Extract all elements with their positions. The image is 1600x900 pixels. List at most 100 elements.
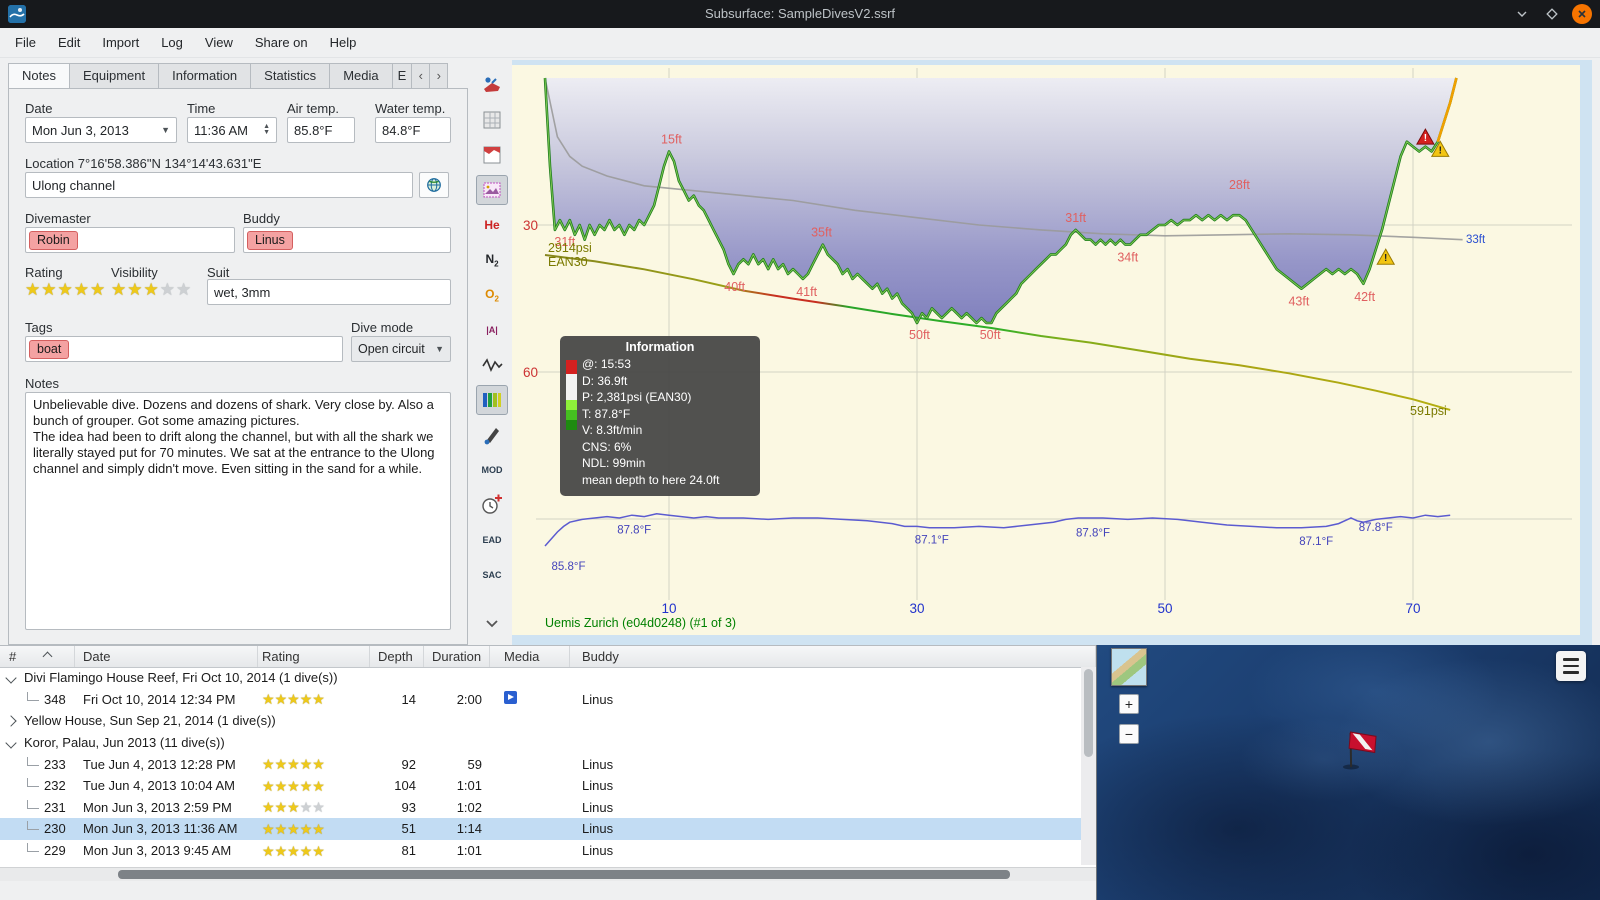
tab-scroll-left-button[interactable]: ‹	[411, 63, 430, 89]
maximize-button[interactable]	[1542, 4, 1562, 24]
buddy-field[interactable]: Linus	[243, 227, 451, 253]
dive-list-horizontal-scrollbar[interactable]	[0, 867, 1096, 882]
collapse-trip-icon[interactable]	[5, 672, 17, 684]
column-header-depth[interactable]: Depth	[370, 646, 424, 667]
pp-nitrogen-icon[interactable]: N2	[476, 245, 508, 275]
buddy-tag[interactable]: Linus	[247, 230, 293, 250]
trip-label: Yellow House, Sun Sep 21, 2014 (1 dive(s…	[24, 713, 276, 729]
dive-depth: 14	[401, 691, 416, 707]
show-photos-icon[interactable]	[476, 175, 508, 205]
collapse-profile-toolbar-icon[interactable]	[476, 609, 508, 639]
dive-rating: ★ ★ ★ ★ ★	[258, 757, 370, 771]
collapse-trip-icon[interactable]	[5, 736, 17, 749]
mod-icon[interactable]: MOD	[476, 455, 508, 485]
star-filled-icon: ★	[299, 692, 313, 707]
menu-log[interactable]: Log	[150, 28, 194, 57]
dive-mode-combobox[interactable]: Open circuit ▼	[351, 336, 451, 362]
trip-row[interactable]: Koror, Palau, Jun 2013 (11 dive(s))	[0, 732, 1081, 754]
visibility-stars[interactable]: ★ ★ ★ ★ ★	[111, 281, 191, 298]
menu-file[interactable]: File	[4, 28, 47, 57]
sac-icon[interactable]: SAC	[476, 560, 508, 590]
trip-row[interactable]: Yellow House, Sun Sep 21, 2014 (1 dive(s…	[0, 710, 1081, 732]
column-header-duration[interactable]: Duration	[424, 646, 490, 667]
column-header-num[interactable]: #	[0, 646, 75, 667]
location-globe-button[interactable]	[419, 172, 449, 198]
column-header-buddy[interactable]: Buddy	[570, 646, 1096, 667]
spinner-arrows-icon[interactable]: ▲ ▼	[263, 123, 270, 136]
vertical-scrollbar-handle[interactable]	[1084, 669, 1093, 757]
ead-icon[interactable]: EAD	[476, 525, 508, 555]
map-zoom-out-button[interactable]: −	[1119, 724, 1139, 744]
ndl-tts-icon[interactable]	[476, 490, 508, 520]
media-icon[interactable]	[504, 691, 517, 705]
dive-row-348[interactable]: 348 Fri Oct 10, 2014 12:34 PM ★ ★ ★ ★ ★ 14 2:00 L…	[0, 689, 1081, 711]
tab-scroll-right-button[interactable]: ›	[429, 63, 449, 89]
svg-text:!: !	[1439, 145, 1442, 156]
dc-reported-ceiling-icon[interactable]	[476, 140, 508, 170]
dive-number: 348	[44, 691, 66, 707]
dive-site-map[interactable]: + −	[1096, 645, 1600, 900]
dive-computer-icon[interactable]	[476, 70, 508, 100]
column-header-rating[interactable]: Rating	[258, 646, 370, 667]
time-label: Time	[187, 101, 216, 116]
notes-textarea[interactable]: Unbelievable dive. Dozens and dozens of …	[25, 392, 451, 630]
map-menu-button[interactable]	[1556, 651, 1586, 681]
tab-media[interactable]: Media	[329, 63, 392, 89]
star-filled-icon: ★	[262, 843, 275, 858]
svg-text:87.8°F: 87.8°F	[1076, 527, 1110, 539]
dive-buddy: Linus	[582, 778, 614, 794]
pp-oxygen-icon[interactable]: O2	[476, 280, 508, 310]
tree-connector	[27, 691, 39, 701]
heartrate-icon[interactable]	[476, 350, 508, 380]
column-header-date[interactable]: Date	[75, 646, 258, 667]
tab-bar: Notes Equipment Information Statistics Media…	[8, 63, 468, 89]
location-label: Location 7°16'58.386"N 134°14'43.631"E	[25, 156, 262, 171]
dive-row-231[interactable]: 231 Mon Jun 3, 2013 2:59 PM ★ ★ ★ ★ ★ 93 1:02 Lin…	[0, 797, 1081, 819]
dive-buddy: Linus	[582, 691, 614, 707]
expand-trip-icon[interactable]	[5, 715, 17, 727]
menu-help[interactable]: Help	[319, 28, 368, 57]
rating-stars[interactable]: ★ ★ ★ ★ ★	[25, 281, 105, 298]
water-temp-field[interactable]: 84.8°F	[375, 117, 451, 143]
tab-equipment[interactable]: Equipment	[68, 63, 159, 89]
divemaster-field[interactable]: Robin	[25, 227, 235, 253]
menu-share-on[interactable]: Share on	[244, 28, 319, 57]
trip-row[interactable]: Divi Flamingo House Reef, Fri Oct 10, 20…	[0, 667, 1081, 689]
tags-field[interactable]: boat	[25, 336, 343, 362]
ruler-icon[interactable]: |A|	[476, 315, 508, 345]
minimize-button[interactable]	[1512, 4, 1532, 24]
tab-statistics[interactable]: Statistics	[250, 63, 330, 89]
air-temp-field[interactable]: 85.8°F	[287, 117, 355, 143]
dive-flag-marker[interactable]	[1335, 723, 1383, 771]
date-combobox[interactable]: Mon Jun 3, 2013 ▼	[25, 117, 177, 143]
time-spinner[interactable]: 11:36 AM ▲ ▼	[187, 117, 277, 143]
menu-edit[interactable]: Edit	[47, 28, 91, 57]
tab-e[interactable]: E	[391, 63, 412, 89]
map-zoom-in-button[interactable]: +	[1119, 694, 1139, 714]
location-input[interactable]: Ulong channel	[25, 172, 413, 198]
tab-information[interactable]: Information	[158, 63, 251, 89]
dive-row-230[interactable]: 230 Mon Jun 3, 2013 11:36 AM ★ ★ ★ ★ ★ 51 1:14 Li…	[0, 818, 1081, 840]
dive-row-229[interactable]: 229 Mon Jun 3, 2013 9:45 AM ★ ★ ★ ★ ★ 81 1:01 Lin…	[0, 840, 1081, 862]
menu-import[interactable]: Import	[91, 28, 150, 57]
tab-notes[interactable]: Notes	[8, 63, 69, 89]
calculated-ceiling-icon[interactable]	[476, 105, 508, 135]
notes-label: Notes	[25, 376, 59, 391]
suit-field[interactable]: wet, 3mm	[207, 279, 451, 305]
menu-view[interactable]: View	[194, 28, 244, 57]
dive-list-vertical-scrollbar[interactable]	[1081, 667, 1096, 865]
star-empty-icon: ★	[159, 280, 175, 299]
dive-row-233[interactable]: 233 Tue Jun 4, 2013 12:28 PM ★ ★ ★ ★ ★ 92 59 Linu…	[0, 753, 1081, 775]
dive-row-232[interactable]: 232 Tue Jun 4, 2013 10:04 AM ★ ★ ★ ★ ★ 104 1:01 L…	[0, 775, 1081, 797]
close-button[interactable]	[1572, 4, 1592, 24]
map-overview-inset	[1111, 648, 1147, 686]
picture-ink-icon[interactable]	[476, 420, 508, 450]
star-empty-icon: ★	[176, 280, 192, 299]
tag-boat[interactable]: boat	[29, 339, 70, 359]
horizontal-scrollbar-handle[interactable]	[118, 870, 1010, 879]
divemaster-tag[interactable]: Robin	[29, 230, 78, 250]
column-header-media[interactable]: Media	[490, 646, 570, 667]
pp-helium-icon[interactable]: He	[476, 210, 508, 240]
dive-profile-chart[interactable]: 31ft 15ft 40ft 41ft 35ft 50ft 50ft 31ft 34ft 28ft…	[512, 60, 1592, 645]
tissue-heatmap-icon[interactable]	[476, 385, 508, 415]
